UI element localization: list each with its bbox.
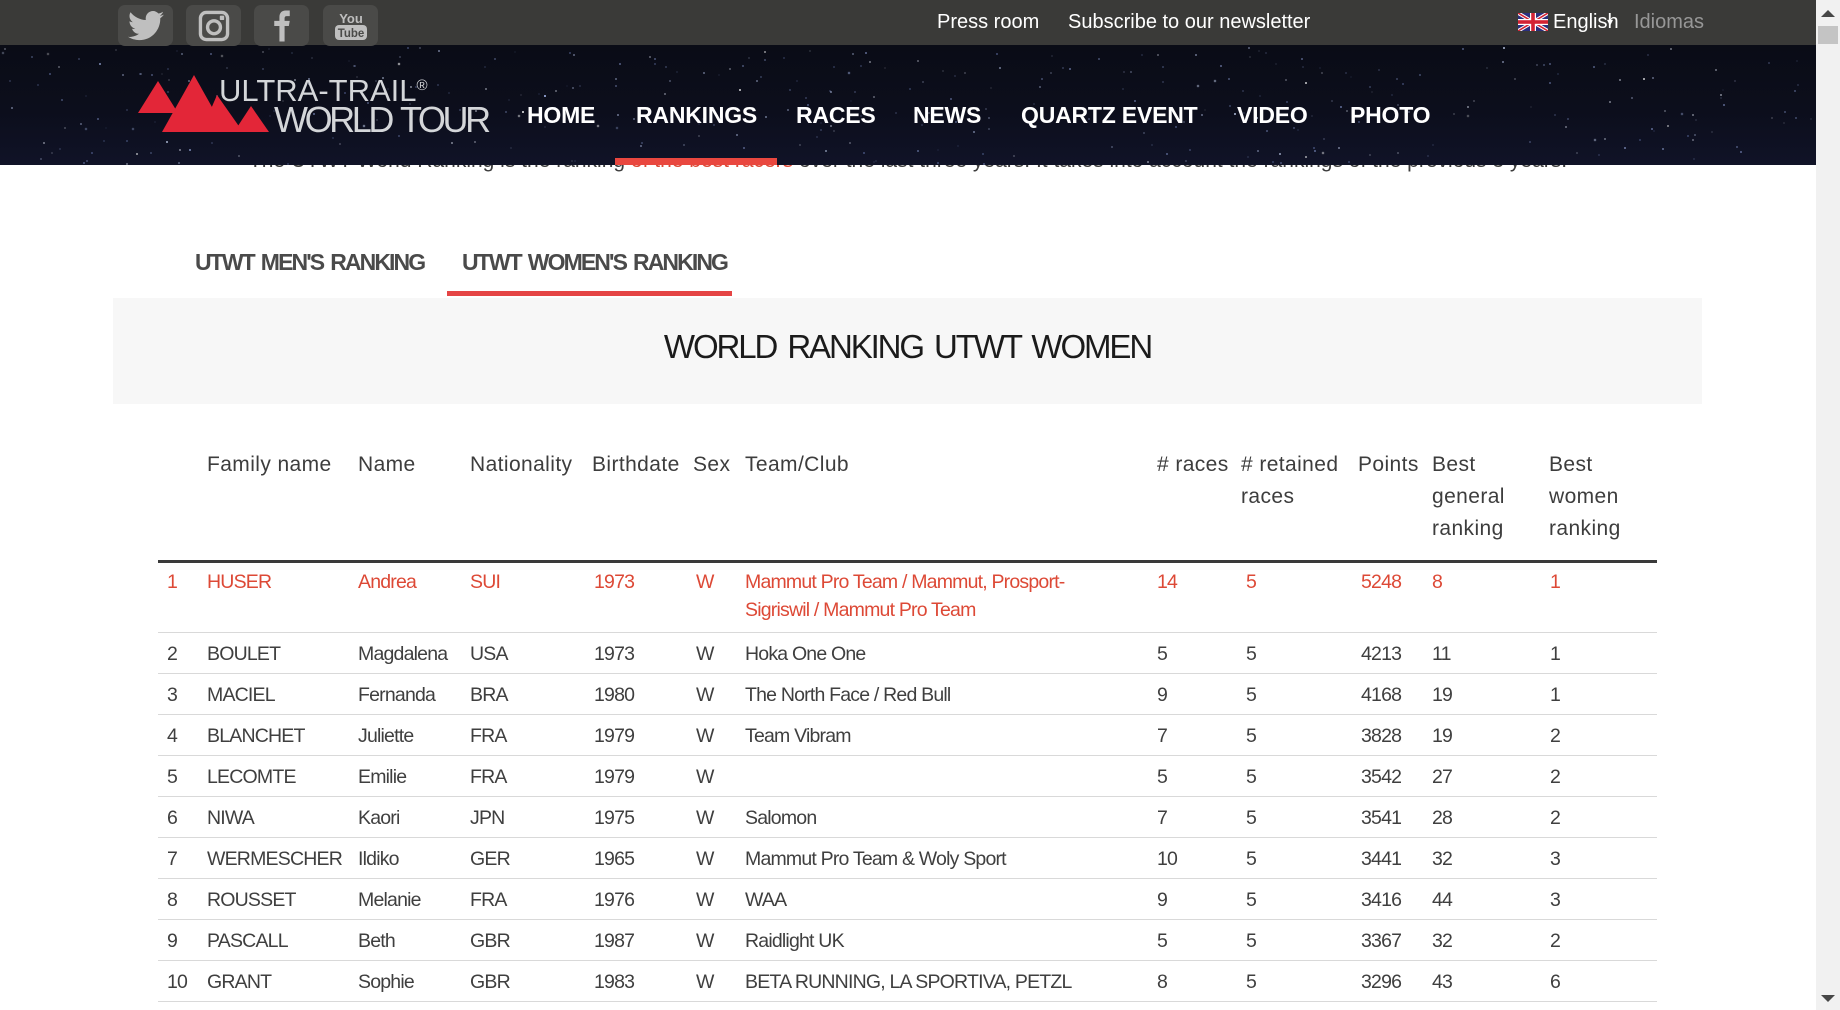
svg-text:You: You	[339, 11, 363, 26]
svg-text:Tube: Tube	[337, 28, 364, 40]
